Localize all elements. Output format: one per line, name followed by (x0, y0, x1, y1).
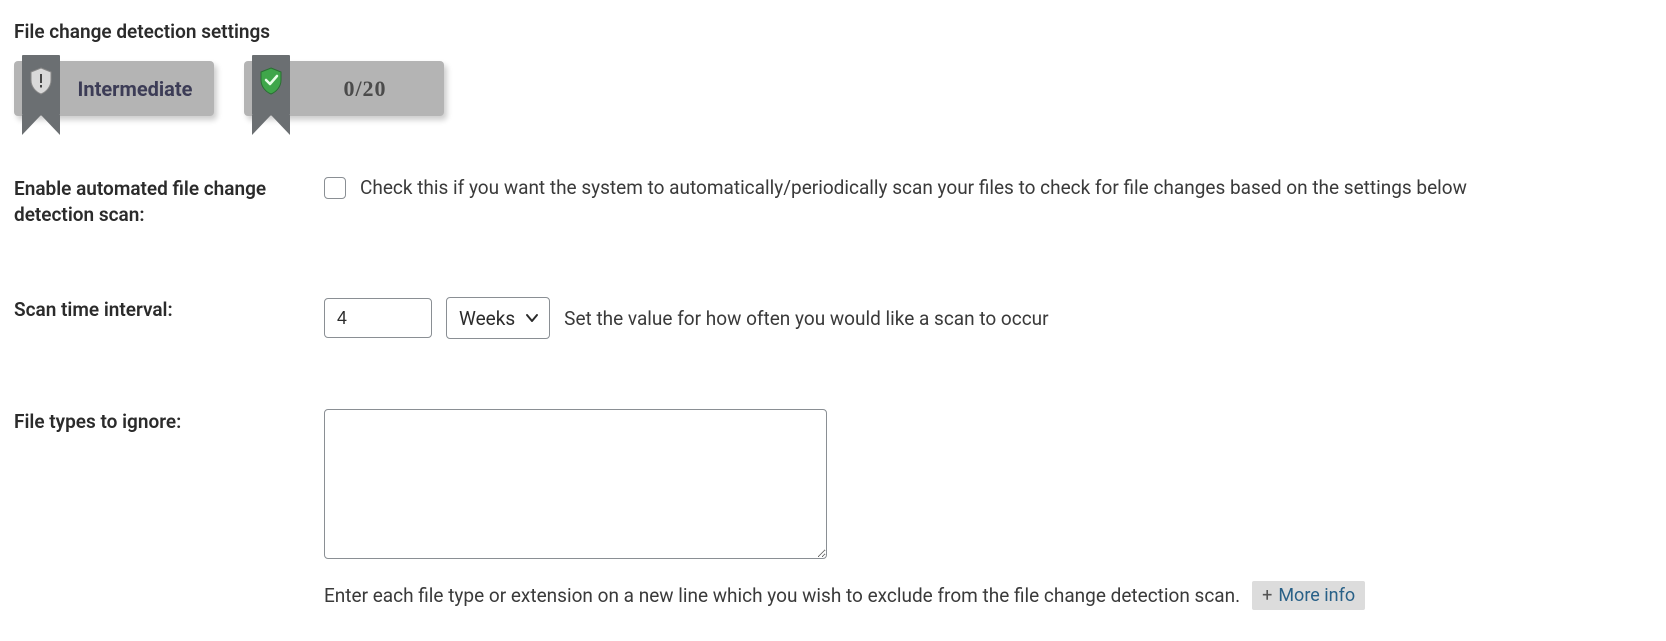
ignore-types-note: Enter each file type or extension on a n… (324, 584, 1240, 607)
page-title: File change detection settings (14, 20, 1652, 43)
shield-check-icon (259, 67, 283, 95)
enable-scan-description: Check this if you want the system to aut… (360, 176, 1467, 199)
label-scan-interval: Scan time interval: (14, 297, 324, 409)
scan-interval-input[interactable] (324, 298, 432, 338)
label-ignore-types: File types to ignore: (14, 409, 324, 620)
enable-scan-checkbox[interactable] (324, 177, 346, 199)
row-ignore-types: File types to ignore: Enter each file ty… (14, 409, 1652, 620)
plus-icon: + (1262, 585, 1272, 606)
scan-interval-description: Set the value for how often you would li… (564, 307, 1048, 330)
row-scan-interval: Scan time interval: Weeks Set the value … (14, 297, 1652, 409)
ignore-types-textarea[interactable] (324, 409, 827, 559)
badge-row: Intermediate 0/20 (14, 61, 1652, 116)
chevron-down-icon (525, 311, 539, 325)
more-info-button[interactable]: + More info (1252, 581, 1365, 610)
scan-interval-unit-select[interactable]: Weeks (446, 297, 550, 339)
level-badge: Intermediate (14, 61, 214, 116)
level-badge-label: Intermediate (78, 77, 193, 101)
progress-badge-label: 0/20 (343, 76, 386, 102)
scan-interval-unit-value: Weeks (459, 307, 515, 330)
shield-alert-icon (29, 67, 53, 95)
label-enable-scan: Enable automated file change detection s… (14, 176, 324, 297)
progress-badge: 0/20 (244, 61, 444, 116)
row-enable-scan: Enable automated file change detection s… (14, 176, 1652, 297)
more-info-label: More info (1278, 585, 1355, 606)
settings-table: Enable automated file change detection s… (14, 176, 1652, 620)
